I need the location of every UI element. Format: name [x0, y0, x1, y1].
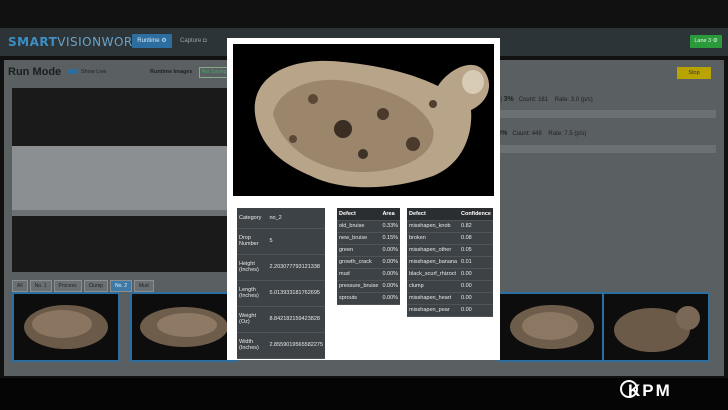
table-row: black_scurf_rhizoct 0.00 — [407, 268, 493, 281]
potato-thumbnail[interactable] — [130, 292, 238, 362]
table-row: broken 0.08 — [407, 232, 493, 245]
info-label: Length (Inches) — [237, 280, 268, 307]
stat-row: st | 3% Count: 181 Rate: 3.0 (p/s) — [494, 96, 593, 103]
potato-thumbnail[interactable] — [602, 292, 710, 362]
kpm-watermark: KPM — [628, 381, 672, 400]
filter-no1[interactable]: No. 1 — [29, 280, 52, 292]
filter-clump[interactable]: Clump — [83, 280, 109, 292]
info-label: Weight (Oz) — [237, 306, 268, 333]
defect-confidence-table: Defect Confidence misshapen_knob 0.82 brok… — [407, 208, 493, 317]
filter-process[interactable]: Process — [53, 280, 82, 292]
potato-thumbnail[interactable] — [498, 292, 606, 362]
stat-row: | 8% Count: 448 Rate: 7.5 (p/s) — [494, 130, 587, 137]
table-row: mud 0.00% — [337, 268, 401, 281]
tab-capture[interactable]: Capture ◘ — [180, 34, 207, 48]
table-row: new_bruise 0.15% — [337, 232, 401, 245]
grade-stats-panel: st | 3% Count: 181 Rate: 3.0 (p/s) | 8% … — [494, 88, 716, 188]
table-row: pressure_bruise 0.00% — [337, 280, 401, 293]
table-row: clump 0.00 — [407, 280, 493, 293]
table-row: misshapen_pear 0.00 — [407, 304, 493, 317]
table-row: misshapen_other 0.05 — [407, 244, 493, 257]
potato-detail-modal[interactable]: Category no_2 Drop Number 5 Height (Inches… — [227, 38, 500, 360]
progress-bar — [494, 110, 716, 118]
conveyor-edge — [12, 210, 232, 216]
potato-info-table: Category no_2 Drop Number 5 Height (Inches… — [237, 208, 325, 359]
table-row: Width (Inches) 2.8559019565582275 — [237, 332, 325, 359]
app-logo: SMARTVISIONWORKS — [8, 35, 150, 49]
table-row: sprouts 0.00% — [337, 292, 401, 305]
potato-photo — [254, 60, 490, 188]
filter-no2[interactable]: No. 2 — [110, 280, 132, 292]
toggle-switch[interactable] — [68, 69, 78, 75]
table-row: misshapen_banana 0.01 — [407, 256, 493, 269]
runtime-images-label: Runtime Images — [150, 69, 193, 75]
defect-area-table: Defect Area old_bruise 0.33% new_bruise 0.1… — [337, 208, 401, 305]
conveyor-belt — [12, 146, 232, 210]
potato-image — [614, 306, 700, 352]
category-filter-bar: All No. 1 Process Clump No. 2 Mud — [12, 274, 156, 292]
potato-image — [24, 305, 108, 349]
tab-runtime[interactable]: Runtime ⚙ — [132, 34, 172, 48]
lane-selector-button[interactable]: Lane 3 ⚙ — [690, 35, 722, 48]
potato-thumbnail[interactable] — [12, 292, 120, 362]
page-title: Run Mode — [8, 66, 62, 78]
info-label: Width (Inches) — [237, 332, 268, 359]
info-label: Drop Number — [237, 228, 268, 255]
filter-all[interactable]: All — [12, 280, 28, 292]
potato-detail-image — [233, 44, 494, 196]
potato-image — [140, 307, 228, 347]
table-header: Defect Area — [337, 208, 401, 221]
table-row: Category no_2 — [237, 208, 325, 229]
live-camera-view — [12, 88, 232, 272]
table-row: Drop Number 5 — [237, 228, 325, 255]
table-row: old_bruise 0.33% — [337, 220, 401, 233]
table-row: growth_crack 0.00% — [337, 256, 401, 269]
info-label: Category — [237, 208, 268, 229]
table-row: Height (Inches) 2.203077793121338 — [237, 254, 325, 281]
info-label: Height (Inches) — [237, 254, 268, 281]
not-saving-badge[interactable]: Not Saving — [199, 67, 229, 78]
progress-bar — [494, 145, 716, 153]
stop-button[interactable]: Stop — [677, 67, 711, 79]
table-row: misshapen_knob 0.82 — [407, 220, 493, 233]
table-header: Defect Confidence — [407, 208, 493, 221]
table-row: green 0.00% — [337, 244, 401, 257]
info-value: 2.203077793121338 — [267, 254, 325, 281]
info-value: 5.013933181762695 — [267, 280, 325, 307]
filter-mud[interactable]: Mud — [133, 280, 154, 292]
show-live-toggle[interactable]: Show Live — [68, 69, 106, 75]
info-value: 8.842182159423828 — [267, 306, 325, 333]
potato-image — [510, 305, 594, 349]
info-value: 2.8559019565582275 — [267, 332, 325, 359]
table-row: misshapen_heart 0.00 — [407, 292, 493, 305]
info-value: no_2 — [267, 208, 325, 229]
info-value: 5 — [267, 228, 325, 255]
table-row: Weight (Oz) 8.842182159423828 — [237, 306, 325, 333]
footer-stripe — [0, 378, 728, 410]
table-row: Length (Inches) 5.013933181762695 — [237, 280, 325, 307]
